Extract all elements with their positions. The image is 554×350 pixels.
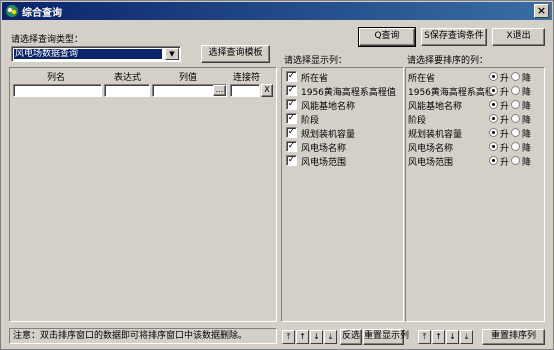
display-item-label: 风能基地名称 [301,102,356,112]
query-type-value: 风电场数据查询 [14,49,162,59]
reset-sort-button[interactable]: 重置排序列 [482,329,545,345]
sort-item-label: 风电场范围 [408,158,454,168]
col-header-value: 列值 [179,73,198,83]
invert-selection-button[interactable]: 反选 [340,329,362,345]
col-header-connector: 连接符 [233,73,261,83]
asc-label: 升 [500,74,510,84]
sort-item-label: 风能基地名称 [408,102,463,112]
close-icon[interactable]: × [534,4,549,18]
conditions-panel [9,67,277,322]
exit-button[interactable]: X退出 [492,28,545,46]
sort-item[interactable]: 风电场名称 升 降 [408,141,533,154]
desc-label: 降 [522,144,532,154]
checkbox[interactable]: ✓ [286,71,297,82]
asc-label: 升 [500,130,510,140]
sort-item-label: 1956黄海高程系高程 [408,88,494,98]
sort-item[interactable]: 所在省 升 降 [408,71,533,84]
reset-display-button[interactable]: 重置显示列 [363,329,409,345]
column-name-input[interactable] [13,84,102,97]
checkbox[interactable]: ✓ [286,155,297,166]
sort-item-label: 所在省 [408,74,436,84]
sort-move-up-icon[interactable]: ↑ [432,330,445,344]
desc-label: 降 [522,88,532,98]
save-conditions-button[interactable]: S保存查询条件 [421,28,487,46]
desc-label: 降 [522,116,532,126]
status-note: 注意：双击排序窗口的数据即可将排序窗口中该数据删除。 [9,328,277,344]
asc-radio[interactable] [489,100,498,109]
display-columns-label: 请选择显示列： [284,56,348,66]
desc-radio[interactable] [511,114,520,123]
checkbox[interactable]: ✓ [286,99,297,110]
sort-columns-label: 请选择要排序的列： [407,56,489,66]
query-button[interactable]: Q查询 [358,27,416,47]
sort-item-label: 规划装机容量 [408,130,463,140]
asc-radio[interactable] [489,128,498,137]
value-picker-button[interactable]: ... [213,85,226,96]
desc-label: 降 [522,130,532,140]
asc-radio[interactable] [489,156,498,165]
sort-move-bottom-icon[interactable]: ⤓ [460,330,473,344]
asc-radio[interactable] [489,114,498,123]
col-header-name: 列名 [47,73,66,83]
query-type-label: 请选择查询类型： [11,35,84,45]
desc-radio[interactable] [511,100,520,109]
sort-item-label: 风电场名称 [408,144,454,154]
desc-radio[interactable] [511,142,520,151]
checkbox[interactable]: ✓ [286,141,297,152]
sort-move-down-icon[interactable]: ↓ [446,330,459,344]
display-item-label: 阶段 [301,116,320,126]
move-up-icon[interactable]: ↑ [296,330,309,344]
sort-item[interactable]: 阶段 升 降 [408,113,533,126]
checkbox[interactable]: ✓ [286,127,297,138]
desc-radio[interactable] [511,86,520,95]
display-item-label: 风电场范围 [301,158,347,168]
asc-label: 升 [500,158,510,168]
desc-radio[interactable] [511,128,520,137]
asc-label: 升 [500,88,510,98]
title-bar[interactable]: 综合查询 × [2,2,552,20]
sort-item[interactable]: 1956黄海高程系高程升 降 [408,85,533,98]
display-item-label: 风电场名称 [301,144,347,154]
display-item-label: 规划装机容量 [301,130,356,140]
desc-label: 降 [522,158,532,168]
asc-label: 升 [500,102,510,112]
window-title: 综合查询 [22,8,62,19]
desc-label: 降 [522,102,532,112]
sort-item-label: 阶段 [408,116,427,126]
asc-radio[interactable] [489,86,498,95]
asc-label: 升 [500,144,510,154]
sort-item[interactable]: 规划装机容量 升 降 [408,127,533,140]
checkbox[interactable]: ✓ [286,85,297,96]
sort-item[interactable]: 风电场范围 升 降 [408,155,533,168]
display-item-label: 1956黄海高程系高程值 [301,88,396,98]
asc-radio[interactable] [489,72,498,81]
desc-label: 降 [522,74,532,84]
sort-move-top-icon[interactable]: ⤒ [418,330,431,344]
select-template-button[interactable]: 选择查询模板 [201,45,270,63]
connector-input[interactable] [230,84,260,97]
asc-label: 升 [500,116,510,126]
move-down-icon[interactable]: ↓ [310,330,323,344]
chevron-down-icon[interactable]: ▼ [165,48,179,60]
query-window: 综合查询 × 请选择查询类型： 风电场数据查询 ▼ 选择查询模板 Q查询 S保存… [0,0,554,350]
checkbox[interactable]: ✓ [286,113,297,124]
asc-radio[interactable] [489,142,498,151]
move-top-icon[interactable]: ⤒ [282,330,295,344]
desc-radio[interactable] [511,72,520,81]
desc-radio[interactable] [511,156,520,165]
col-header-expression: 表达式 [114,73,142,83]
remove-condition-button[interactable]: X [261,84,273,97]
sort-item[interactable]: 风能基地名称 升 降 [408,99,533,112]
app-icon [6,5,18,17]
display-item-label: 所在省 [301,74,329,84]
query-type-select[interactable]: 风电场数据查询 ▼ [11,46,181,62]
expression-input[interactable] [104,84,150,97]
move-bottom-icon[interactable]: ⤓ [324,330,337,344]
